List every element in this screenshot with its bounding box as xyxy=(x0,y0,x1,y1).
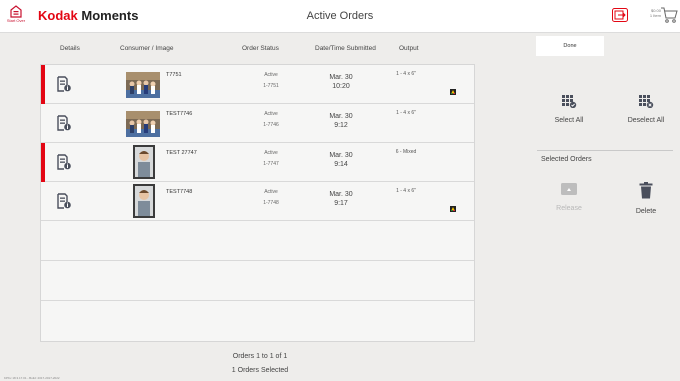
order-datetime: Mar. 30 10:20 xyxy=(316,73,366,91)
orders-table: T7751 Active 1-7751 Mar. 30 10:20 1 - 4 … xyxy=(40,64,475,342)
order-date: Mar. 30 xyxy=(329,152,353,159)
order-status-text: Active xyxy=(264,150,278,156)
order-time: 9:14 xyxy=(334,161,348,168)
trash-icon xyxy=(639,182,653,199)
order-date: Mar. 30 xyxy=(329,74,353,81)
deselect-all-label: Deselect All xyxy=(627,117,665,124)
selected-orders-heading: Selected Orders xyxy=(541,156,592,163)
brand-moments: Moments xyxy=(81,8,139,23)
column-header-details: Details xyxy=(60,45,80,52)
brand-logo: Kodak Moments xyxy=(38,8,138,23)
release-label: Release xyxy=(556,205,582,212)
order-thumbnail xyxy=(126,72,160,98)
home-icon xyxy=(10,5,22,18)
order-details-icon[interactable] xyxy=(57,76,71,92)
order-output: 1 - 4 x 6" xyxy=(396,71,416,77)
select-all-button[interactable]: Select All xyxy=(539,94,599,124)
exit-icon xyxy=(612,8,628,22)
order-number: 1-7748 xyxy=(263,200,279,206)
selection-indicator xyxy=(41,143,45,182)
order-date: Mar. 30 xyxy=(329,191,353,198)
order-number: 1-7746 xyxy=(263,122,279,128)
order-status-text: Active xyxy=(264,72,278,78)
column-header-datetime: Date/Time Submitted xyxy=(315,45,376,52)
start-over-label: Start Over xyxy=(6,18,26,23)
table-row[interactable]: TEST7746 Active 1-7746 Mar. 30 9:12 1 - … xyxy=(41,104,474,143)
selection-indicator xyxy=(41,65,45,104)
select-all-label: Select All xyxy=(554,117,584,124)
order-output: 1 - 4 x 6" xyxy=(396,188,416,194)
order-consumer-name: T7751 xyxy=(166,72,182,78)
release-icon xyxy=(561,183,577,195)
order-output: 1 - 4 x 6" xyxy=(396,110,416,116)
order-output: 6 - Mixed xyxy=(395,149,417,155)
color-spec-icon xyxy=(450,206,456,212)
order-thumbnail xyxy=(126,111,160,137)
order-status: Active 1-7751 xyxy=(251,70,291,92)
deselect-all-icon xyxy=(639,95,654,108)
section-divider xyxy=(537,150,673,151)
order-number: 1-7747 xyxy=(263,161,279,167)
table-row[interactable]: T7751 Active 1-7751 Mar. 30 10:20 1 - 4 … xyxy=(41,65,474,104)
order-consumer-name: TEST7746 xyxy=(166,111,193,117)
order-number: 1-7751 xyxy=(263,83,279,89)
brand-kodak: Kodak xyxy=(38,8,78,23)
select-all-icon xyxy=(562,95,577,108)
release-button[interactable]: Release xyxy=(539,182,599,212)
order-time: 9:12 xyxy=(334,122,348,129)
color-spec-icon xyxy=(450,89,456,95)
empty-row xyxy=(41,261,474,301)
orders-selected-count: 1 Orders Selected xyxy=(231,367,289,374)
empty-row xyxy=(41,301,474,341)
column-header-consumer: Consumer / Image xyxy=(120,45,174,52)
cart-summary: $0.00 1 Item xyxy=(637,8,661,18)
start-over-button[interactable]: Start Over xyxy=(7,5,25,31)
order-status: Active 1-7747 xyxy=(251,148,291,170)
order-status: Active 1-7746 xyxy=(251,109,291,131)
cart-icon xyxy=(661,7,678,23)
column-header-status: Order Status xyxy=(242,45,279,52)
order-datetime: Mar. 30 9:12 xyxy=(316,112,366,130)
order-details-icon[interactable] xyxy=(57,154,71,170)
empty-row xyxy=(41,221,474,261)
order-time: 10:20 xyxy=(332,83,350,90)
exit-button[interactable] xyxy=(612,8,628,22)
top-bar: Start Over Kodak Moments Active Orders $… xyxy=(0,0,680,33)
orders-range: Orders 1 to 1 of 1 xyxy=(232,353,288,360)
delete-label: Delete xyxy=(635,208,657,215)
order-details-icon[interactable] xyxy=(57,115,71,131)
done-button[interactable]: Done xyxy=(536,36,604,56)
order-datetime: Mar. 30 9:17 xyxy=(316,190,366,208)
order-status-text: Active xyxy=(264,111,278,117)
column-header-output: Output xyxy=(399,45,419,52)
deselect-all-button[interactable]: Deselect All xyxy=(616,94,676,124)
order-thumbnail xyxy=(133,184,155,218)
order-consumer-name: TEST 27747 xyxy=(166,150,197,156)
order-details-icon[interactable] xyxy=(57,193,71,209)
order-consumer-name: TEST7748 xyxy=(166,189,193,195)
table-row[interactable]: TEST7748 Active 1-7748 Mar. 30 9:17 1 - … xyxy=(41,182,474,221)
cart-items: 1 Item xyxy=(649,13,661,18)
order-thumbnail xyxy=(133,145,155,179)
order-status-text: Active xyxy=(264,189,278,195)
version-info: KPKv 18.3.17.01 - Build: 2017-2017-2022 xyxy=(4,376,60,380)
order-status: Active 1-7748 xyxy=(251,187,291,209)
cart-button[interactable] xyxy=(660,6,678,24)
order-datetime: Mar. 30 9:14 xyxy=(316,151,366,169)
order-time: 9:17 xyxy=(334,200,348,207)
table-row[interactable]: TEST 27747 Active 1-7747 Mar. 30 9:14 6 … xyxy=(41,143,474,182)
delete-button[interactable]: Delete xyxy=(616,182,676,215)
order-date: Mar. 30 xyxy=(329,113,353,120)
